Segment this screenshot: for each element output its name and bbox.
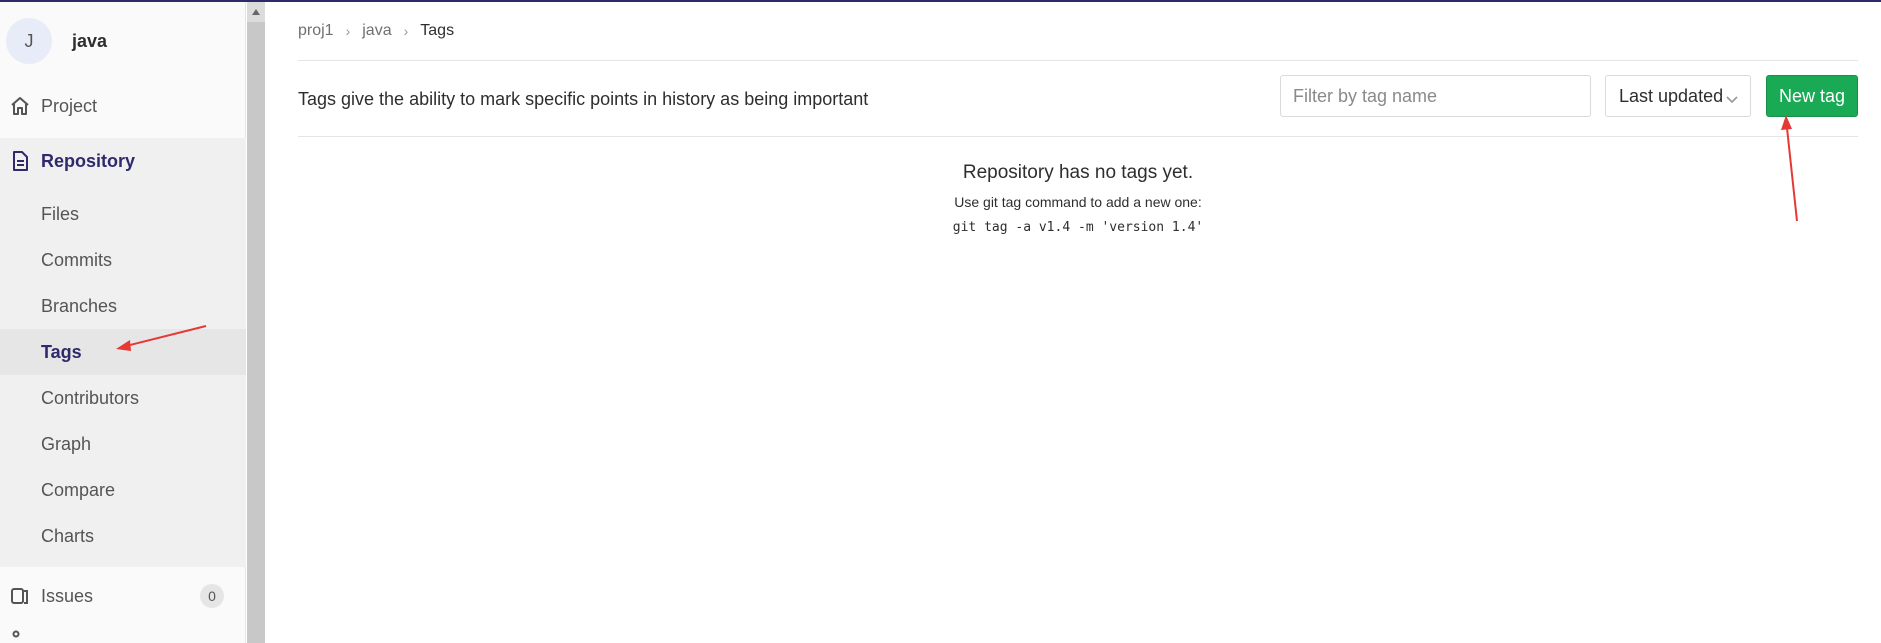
sidebar-item-label: Repository <box>41 150 136 171</box>
empty-state-command: git tag -a v1.4 -m 'version 1.4' <box>952 220 1204 235</box>
tags-toolbar: Tags give the ability to mark specific p… <box>298 61 1858 137</box>
sidebar-item-repository[interactable]: Repository <box>0 138 246 184</box>
project-header[interactable]: J java <box>0 2 246 80</box>
sidebar-item-branches[interactable]: Branches <box>0 283 246 329</box>
document-icon <box>9 150 31 172</box>
empty-state-hint: Use git tag command to add a new one: <box>954 194 1202 210</box>
breadcrumb-item-java[interactable]: java <box>362 22 391 40</box>
empty-state: Repository has no tags yet. Use git tag … <box>298 162 1858 235</box>
main-content: proj1 › java › Tags Tags give the abilit… <box>298 2 1858 643</box>
sidebar-item-files[interactable]: Files <box>0 191 246 237</box>
sidebar-item-commits[interactable]: Commits <box>0 237 246 283</box>
project-name: java <box>72 30 108 51</box>
filter-tag-input[interactable] <box>1280 75 1591 117</box>
sidebar-item-partial[interactable] <box>0 628 246 643</box>
sidebar-item-label: Commits <box>41 249 112 270</box>
new-tag-button[interactable]: New tag <box>1766 75 1858 117</box>
sidebar-item-tags[interactable]: Tags <box>0 329 246 375</box>
sidebar-item-label: Contributors <box>41 387 140 408</box>
sidebar-item-label: Files <box>41 203 80 224</box>
sidebar-item-label: Compare <box>41 479 116 500</box>
chevron-right-icon: › <box>345 23 351 39</box>
sort-dropdown[interactable]: Last updated <box>1605 75 1751 117</box>
sidebar-item-project[interactable]: Project <box>0 84 246 128</box>
breadcrumb: proj1 › java › Tags <box>298 22 454 40</box>
sidebar-item-contributors[interactable]: Contributors <box>0 375 246 421</box>
sidebar-item-issues[interactable]: Issues 0 <box>0 573 246 619</box>
sidebar-item-graph[interactable]: Graph <box>0 421 246 467</box>
home-icon <box>9 95 31 117</box>
breadcrumb-item-tags[interactable]: Tags <box>420 22 454 40</box>
chevron-down-icon <box>1726 89 1738 110</box>
sidebar-item-charts[interactable]: Charts <box>0 513 246 559</box>
breadcrumb-item-proj1[interactable]: proj1 <box>298 22 334 40</box>
chevron-right-icon: › <box>403 23 409 39</box>
sidebar-item-label: Tags <box>41 341 82 362</box>
sidebar-item-label: Project <box>41 95 98 116</box>
sidebar-scrollbar[interactable] <box>247 2 265 643</box>
sidebar-item-label: Graph <box>41 433 92 454</box>
sidebar-item-compare[interactable]: Compare <box>0 467 246 513</box>
issues-count-badge: 0 <box>200 584 224 608</box>
merge-request-icon <box>9 627 31 643</box>
empty-state-title: Repository has no tags yet. <box>962 162 1194 183</box>
page-description: Tags give the ability to mark specific p… <box>298 89 869 109</box>
sort-dropdown-value: Last updated <box>1619 85 1724 106</box>
sidebar-item-label: Branches <box>41 295 118 316</box>
scroll-up-arrow-icon[interactable] <box>247 2 265 22</box>
sidebar-item-label: Issues <box>41 585 94 606</box>
sidebar-item-label: Charts <box>41 525 95 546</box>
issues-icon <box>9 585 31 607</box>
project-avatar: J <box>6 18 52 64</box>
sidebar: J java Project Repository Files Commits Br… <box>0 2 246 643</box>
